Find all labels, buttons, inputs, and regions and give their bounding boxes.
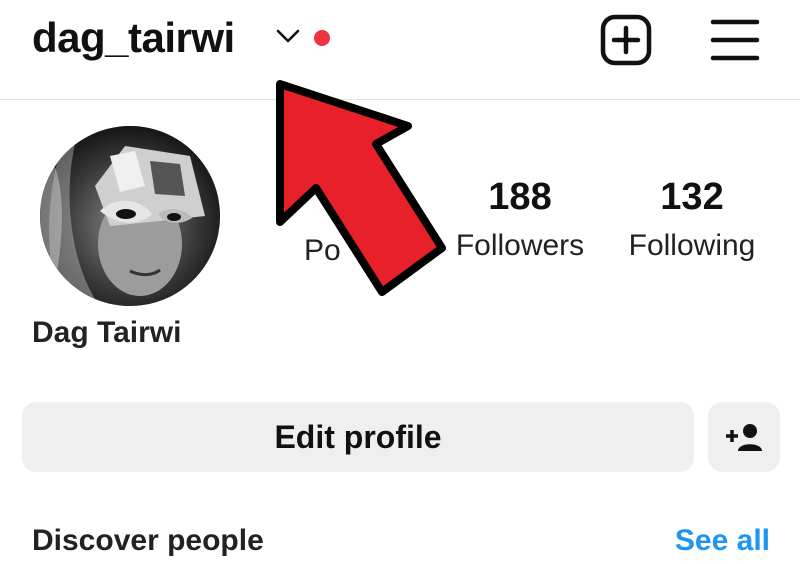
hamburger-menu-icon[interactable]	[710, 16, 760, 64]
following-count: 132	[660, 176, 724, 218]
discover-people-toggle-button[interactable]	[708, 402, 780, 472]
top-bar: dag_tairwi	[0, 0, 800, 100]
following-label: Following	[628, 229, 756, 262]
chevron-down-icon[interactable]	[275, 26, 301, 46]
following-stat[interactable]: 132 Following	[620, 176, 764, 263]
see-all-link[interactable]: See all	[675, 524, 770, 558]
discover-people-title: Discover people	[32, 524, 264, 557]
add-person-icon	[726, 424, 762, 451]
followers-stat[interactable]: 188 Followers	[450, 176, 590, 263]
followers-count: 188	[488, 176, 552, 218]
plus-square-icon[interactable]	[600, 14, 652, 66]
profile-avatar[interactable]	[40, 126, 220, 306]
notification-dot	[314, 30, 330, 46]
display-name: Dag Tairwi	[32, 316, 182, 349]
posts-label: Po	[304, 234, 341, 267]
edit-profile-button[interactable]: Edit profile	[22, 402, 694, 472]
posts-stat[interactable]: Po	[304, 176, 364, 268]
avatar-photo	[40, 126, 220, 306]
username-header[interactable]: dag_tairwi	[32, 14, 235, 62]
followers-label: Followers	[455, 229, 585, 262]
